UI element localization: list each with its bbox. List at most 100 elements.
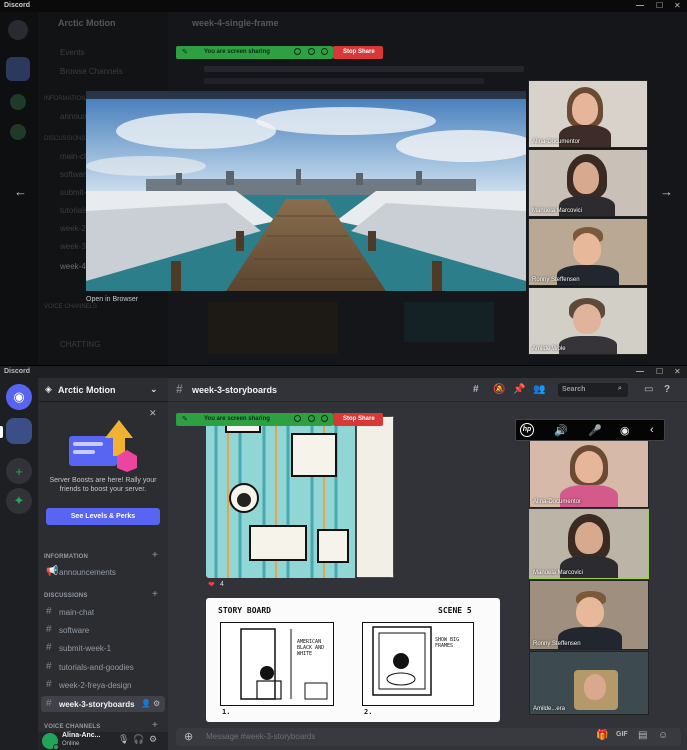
members-icon[interactable]: 👥 — [533, 384, 545, 395]
participant-tile[interactable]: Amilde...era — [529, 651, 649, 715]
channel-submit-week-1[interactable]: # submit-week-1 — [41, 640, 165, 656]
attachment-dim — [208, 302, 338, 354]
settings-gear-icon[interactable]: ⚙ — [149, 734, 157, 745]
gear-icon[interactable]: ⚙ — [153, 699, 160, 708]
maximize-icon[interactable]: ☐ — [656, 1, 663, 10]
voice-channel-dim[interactable]: CHATTING — [60, 340, 100, 349]
stop-share-label: Stop Share — [343, 49, 375, 55]
open-in-browser-link[interactable]: Open in Browser — [86, 296, 138, 303]
settings-icon[interactable] — [308, 48, 315, 55]
storyboard-frame-2: SHOW BIG FRAMES — [362, 622, 474, 706]
storyboard-frame-1: AMERICAN BLACK AND WHITE — [220, 622, 334, 706]
explore-icon[interactable] — [10, 124, 26, 140]
message-line-dim — [204, 66, 524, 72]
mic-icon[interactable]: 🎙 — [118, 734, 129, 745]
add-channel-icon[interactable]: + — [152, 589, 158, 600]
hash-icon: # — [46, 624, 52, 635]
category-voice-channels[interactable]: VOICE CHANNELS — [44, 724, 100, 730]
participant-tile[interactable]: Ronny Steffensen — [529, 580, 649, 650]
shield-icon[interactable] — [321, 48, 328, 55]
mute-bell-icon[interactable]: 🔕 — [493, 384, 505, 395]
channel-week-3-storyboards[interactable]: # week-3-storyboards 👤 ⚙ — [41, 696, 165, 712]
screen-share-banner: ✎ You are screen sharing — [176, 46, 333, 59]
add-member-icon[interactable]: 👤 — [141, 699, 151, 708]
help-icon[interactable]: ? — [664, 384, 670, 395]
category-information[interactable]: INFORMATION — [44, 554, 88, 560]
composer-placeholder: Message #week-3-storyboards — [206, 732, 316, 741]
minimize-icon[interactable]: — — [636, 1, 644, 10]
share-label: You are screen sharing — [204, 416, 270, 422]
gif-icon[interactable]: GIF — [616, 731, 628, 738]
image-attachment-storyboard[interactable]: STORY BOARD SCENE 5 AMERICAN BLACK AND W… — [206, 598, 500, 722]
mic-icon[interactable] — [294, 415, 301, 422]
search-input[interactable]: Search ⌕ — [558, 383, 628, 397]
speaker-icon[interactable]: 🔊 — [554, 424, 568, 437]
server-icon[interactable] — [6, 57, 30, 81]
app-title: Discord — [4, 368, 31, 375]
add-server-icon[interactable]: + — [6, 458, 32, 484]
settings-icon[interactable] — [308, 415, 315, 422]
see-levels-perks-button[interactable]: See Levels & Perks — [46, 508, 160, 525]
threads-icon[interactable]: # — [473, 384, 479, 395]
participant-tile-speaking[interactable]: Manuela Marcovici — [529, 509, 649, 579]
participant-tile[interactable]: Alina-Documentor — [528, 80, 648, 148]
server-icon-arctic-motion[interactable] — [6, 418, 32, 444]
discord-home-icon[interactable]: ◉ — [6, 384, 32, 410]
close-icon[interactable]: ✕ — [674, 367, 681, 376]
add-server-icon[interactable] — [10, 94, 26, 110]
next-arrow-icon[interactable]: → — [660, 184, 673, 199]
sticker-icon[interactable]: ▤ — [638, 730, 647, 741]
user-status: Online — [62, 741, 80, 747]
channel-week-2-freya-design[interactable]: # week-2-freya-design — [41, 677, 165, 693]
headphones-icon[interactable]: 🎧 — [133, 734, 144, 745]
server-header[interactable]: ◈ Arctic Motion ⌄ — [38, 378, 168, 402]
move-handle-icon[interactable]: ✎ — [182, 48, 188, 56]
prev-arrow-icon[interactable]: ← — [14, 184, 27, 199]
stop-share-button[interactable]: Stop Share — [333, 46, 383, 59]
participant-tile[interactable]: Ronny Steffensen — [528, 218, 648, 286]
discord-home-icon[interactable] — [8, 20, 28, 40]
add-channel-icon[interactable]: + — [152, 550, 158, 561]
sketch-frame-1-image — [240, 628, 328, 700]
minimize-icon[interactable]: — — [636, 367, 644, 376]
emoji-icon[interactable]: ☺ — [658, 730, 668, 741]
broadcast-icon[interactable]: ◉ — [620, 424, 630, 437]
participant-tile[interactable]: Alina-Documentor — [529, 438, 649, 508]
category-discussions[interactable]: DISCUSSIONS — [44, 593, 88, 599]
shield-icon[interactable] — [321, 415, 328, 422]
heart-reaction-icon[interactable]: ❤ — [208, 580, 215, 589]
collapse-chevron-icon[interactable]: ‹ — [650, 424, 654, 436]
channel-announcements[interactable]: 📢 announcements — [41, 564, 165, 580]
online-status-dot — [53, 744, 59, 750]
image-attachment-wallpaper[interactable] — [206, 416, 394, 578]
microphone-icon[interactable]: 🎤 — [588, 424, 602, 437]
hash-icon: # — [46, 642, 52, 653]
channel-tutorials-and-goodies[interactable]: # tutorials-and-goodies — [41, 659, 165, 675]
screen-share-banner-bottom: ✎ You are screen sharing — [176, 413, 333, 426]
participant-tile[interactable]: Amilde Wole — [528, 287, 648, 355]
mic-icon[interactable] — [294, 48, 301, 55]
channel-software[interactable]: # software — [41, 622, 165, 638]
gift-icon[interactable]: 🎁 — [596, 730, 608, 741]
inbox-icon[interactable]: ▭ — [644, 384, 653, 395]
add-attachment-icon[interactable]: ⊕ — [184, 730, 193, 743]
add-channel-icon[interactable]: + — [152, 720, 158, 731]
pin-icon[interactable]: 📌 — [513, 384, 525, 395]
channel-main-chat[interactable]: # main-chat — [41, 604, 165, 620]
title-bar-top: Discord — ☐ ✕ — [0, 0, 687, 12]
explore-servers-icon[interactable]: ✦ — [6, 488, 32, 514]
channel-header: # week-3-storyboards # 🔕 📌 👥 Search ⌕ ▭ … — [168, 378, 687, 402]
maximize-icon[interactable]: ☐ — [656, 367, 663, 376]
move-handle-icon[interactable]: ✎ — [182, 415, 188, 423]
server-rail: ◉ + ✦ — [0, 378, 38, 750]
message-composer[interactable]: ⊕ Message #week-3-storyboards 🎁 GIF ▤ ☺ — [176, 728, 681, 746]
category-discussions-dim: DISCUSSIONS — [44, 136, 86, 142]
participant-tile[interactable]: Manuela Marcovici — [528, 149, 648, 217]
stop-share-button-bottom[interactable]: Stop Share — [333, 413, 383, 426]
events-link[interactable]: Events — [60, 48, 84, 57]
server-name: Arctic Motion — [58, 385, 116, 395]
browse-channels-link[interactable]: Browse Channels — [60, 67, 123, 76]
user-panel: Alina-Anc... Online 🎙 🎧 ⚙ — [38, 732, 168, 750]
close-icon[interactable]: ✕ — [674, 1, 681, 10]
close-promo-icon[interactable]: ✕ — [149, 408, 157, 419]
